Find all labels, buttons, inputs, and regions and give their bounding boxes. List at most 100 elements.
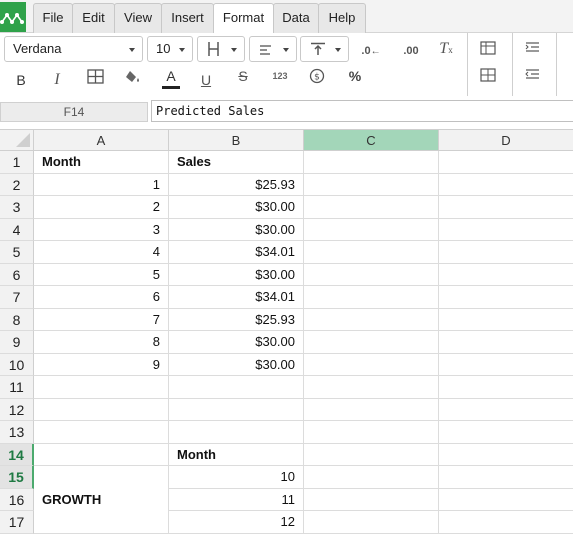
menu-view[interactable]: View	[114, 3, 162, 33]
cell-b4[interactable]: $30.00	[169, 218, 304, 241]
column-header-d[interactable]: D	[439, 129, 573, 151]
cell-d13[interactable]	[439, 421, 573, 444]
row-header[interactable]: 2	[0, 173, 34, 196]
cell-a8[interactable]: 7	[34, 308, 169, 331]
cell-b8[interactable]: $25.93	[169, 308, 304, 331]
horizontal-align-select[interactable]	[249, 36, 297, 62]
cell-a2[interactable]: 1	[34, 173, 169, 196]
cell-c10[interactable]	[304, 353, 439, 376]
cell-b16[interactable]: 11	[169, 488, 304, 511]
cell-d12[interactable]	[439, 398, 573, 421]
italic-button[interactable]: I	[45, 69, 69, 91]
cell-c5[interactable]	[304, 241, 439, 264]
row-header[interactable]: 12	[0, 398, 34, 421]
number-format-button[interactable]: 123	[268, 65, 292, 87]
cell-a6[interactable]: 5	[34, 263, 169, 286]
outdent-icon[interactable]	[522, 66, 546, 88]
currency-icon[interactable]: $	[305, 66, 329, 88]
row-header[interactable]: 17	[0, 511, 34, 534]
vertical-align-select[interactable]	[197, 36, 245, 62]
menu-data[interactable]: Data	[273, 3, 319, 33]
cell-d15[interactable]	[439, 466, 573, 489]
row-header[interactable]: 8	[0, 308, 34, 331]
row-header[interactable]: 3	[0, 196, 34, 219]
menu-help[interactable]: Help	[318, 3, 366, 33]
row-header[interactable]: 16	[0, 488, 34, 511]
cell-d8[interactable]	[439, 308, 573, 331]
cell-b17[interactable]: 12	[169, 511, 304, 534]
cell-b10[interactable]: $30.00	[169, 353, 304, 376]
row-header[interactable]: 4	[0, 218, 34, 241]
cell-c4[interactable]	[304, 218, 439, 241]
cell-c8[interactable]	[304, 308, 439, 331]
select-all-corner[interactable]	[0, 129, 34, 151]
cell-b6[interactable]: $30.00	[169, 263, 304, 286]
cell-d11[interactable]	[439, 376, 573, 399]
cell-c16[interactable]	[304, 488, 439, 511]
vertical-align-top-select[interactable]	[300, 36, 349, 62]
cell-a14[interactable]	[34, 443, 169, 466]
menu-file[interactable]: File	[33, 3, 73, 33]
cell-a12[interactable]	[34, 398, 169, 421]
cell-a4[interactable]: 3	[34, 218, 169, 241]
cell-c1[interactable]	[304, 151, 439, 174]
cell-c12[interactable]	[304, 398, 439, 421]
cell-d2[interactable]	[439, 173, 573, 196]
cell-a13[interactable]	[34, 421, 169, 444]
row-header[interactable]: 1	[0, 151, 34, 174]
decrease-decimals-icon[interactable]: .0←	[359, 38, 383, 60]
cell-d6[interactable]	[439, 263, 573, 286]
column-header-c[interactable]: C	[304, 129, 439, 151]
cell-a1[interactable]: Month	[34, 151, 169, 174]
fill-color-icon[interactable]	[121, 67, 145, 89]
cell-b7[interactable]: $34.01	[169, 286, 304, 309]
row-header[interactable]: 6	[0, 263, 34, 286]
cell-b11[interactable]	[169, 376, 304, 399]
cell-c13[interactable]	[304, 421, 439, 444]
cell-d9[interactable]	[439, 331, 573, 354]
cell-b14[interactable]: Month	[169, 443, 304, 466]
cell-c17[interactable]	[304, 511, 439, 534]
menu-edit[interactable]: Edit	[72, 3, 115, 33]
cell-d10[interactable]	[439, 353, 573, 376]
formula-input[interactable]: Predicted Sales	[151, 100, 573, 122]
cell-b13[interactable]	[169, 421, 304, 444]
menu-format[interactable]: Format	[213, 3, 274, 34]
increase-decimals-icon[interactable]: .00	[397, 38, 425, 60]
row-header[interactable]: 13	[0, 421, 34, 444]
table-grid-icon[interactable]	[477, 66, 501, 88]
cell-d7[interactable]	[439, 286, 573, 309]
row-header[interactable]: 10	[0, 353, 34, 376]
cell-c14[interactable]	[304, 443, 439, 466]
cell-c11[interactable]	[304, 376, 439, 399]
column-header-b[interactable]: B	[169, 129, 304, 151]
cell-b5[interactable]: $34.01	[169, 241, 304, 264]
cell-c7[interactable]	[304, 286, 439, 309]
underline-button[interactable]: U	[194, 69, 218, 91]
cell-c2[interactable]	[304, 173, 439, 196]
row-header[interactable]: 9	[0, 331, 34, 354]
column-header-a[interactable]: A	[34, 129, 169, 151]
row-header[interactable]: 14	[0, 443, 34, 466]
cell-a5[interactable]: 4	[34, 241, 169, 264]
row-header[interactable]: 15	[0, 466, 34, 489]
cell-c9[interactable]	[304, 331, 439, 354]
cell-b2[interactable]: $25.93	[169, 173, 304, 196]
text-color-button[interactable]: A	[159, 65, 183, 89]
insert-table-icon[interactable]	[477, 39, 501, 61]
bold-button[interactable]: B	[9, 69, 33, 91]
borders-icon[interactable]	[84, 67, 108, 89]
indent-icon[interactable]	[522, 39, 546, 61]
cell-d5[interactable]	[439, 241, 573, 264]
cell-a3[interactable]: 2	[34, 196, 169, 219]
percent-button[interactable]: %	[343, 65, 367, 87]
cell-a7[interactable]: 6	[34, 286, 169, 309]
cell-a10[interactable]: 9	[34, 353, 169, 376]
cell-d17[interactable]	[439, 511, 573, 534]
menu-insert[interactable]: Insert	[161, 3, 214, 33]
cell-d16[interactable]	[439, 488, 573, 511]
cell-a11[interactable]	[34, 376, 169, 399]
cell-d1[interactable]	[439, 151, 573, 174]
cell-d3[interactable]	[439, 196, 573, 219]
clear-format-icon[interactable]: Tx	[434, 38, 458, 60]
